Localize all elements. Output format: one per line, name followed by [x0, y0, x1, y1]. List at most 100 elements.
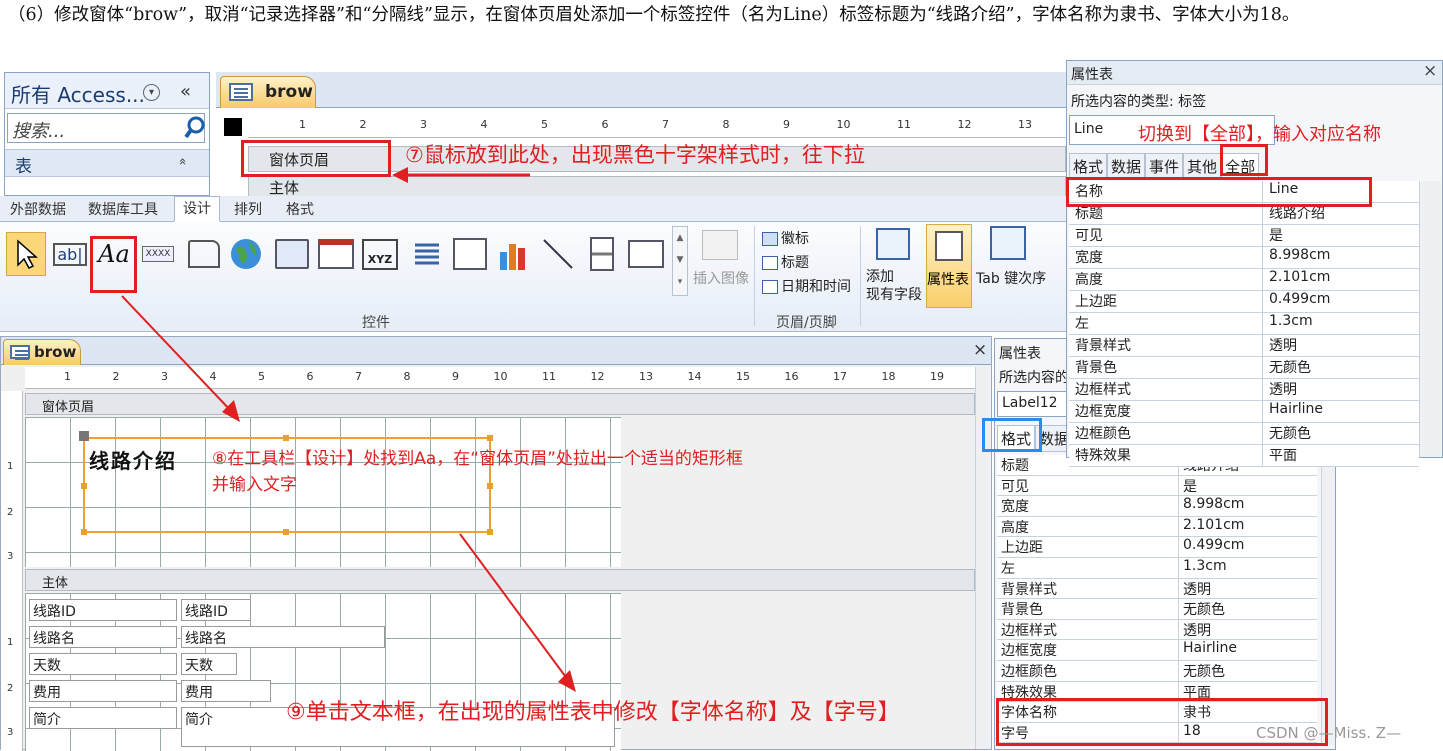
add-existing-fields-button[interactable]: 添加 现有字段: [866, 268, 922, 304]
field-label-route-id[interactable]: 线路ID: [29, 599, 177, 621]
property-value[interactable]: 透明: [1179, 620, 1317, 640]
web-browser-icon[interactable]: [272, 232, 312, 276]
property-value[interactable]: 8.998cm: [1179, 496, 1317, 516]
chart-icon[interactable]: [494, 232, 534, 276]
property-row[interactable]: 背景样式 透明: [997, 578, 1317, 600]
property-value[interactable]: 无颜色: [1179, 599, 1317, 619]
logo-button[interactable]: 徽标: [762, 228, 809, 248]
prop-lower-object-select[interactable]: Label12: [997, 391, 1077, 417]
resize-handle[interactable]: [81, 529, 87, 535]
property-value[interactable]: 1.3cm: [1263, 313, 1419, 334]
textbox-tool-icon[interactable]: ab|: [50, 232, 90, 276]
property-row[interactable]: 边框宽度 Hairline: [1069, 401, 1419, 423]
close-icon[interactable]: ×: [1423, 61, 1437, 81]
tab-arrange[interactable]: 排列: [234, 199, 262, 219]
property-row[interactable]: 可见是: [1069, 225, 1419, 247]
tab-brow-design[interactable]: brow: [3, 339, 81, 365]
field-textbox-route-id[interactable]: 线路ID: [181, 599, 251, 621]
property-value[interactable]: 透明: [1263, 379, 1419, 400]
section-toggle-icon[interactable]: »: [175, 158, 190, 166]
property-value[interactable]: 是: [1263, 225, 1419, 246]
tab-control-icon[interactable]: [184, 232, 224, 276]
insert-image-button[interactable]: 插入图像: [693, 268, 749, 288]
property-row[interactable]: 宽度 8.998cm: [997, 496, 1317, 517]
property-value[interactable]: 0.499cm: [1263, 291, 1419, 312]
property-value[interactable]: 1.3cm: [1179, 558, 1317, 578]
tab-design[interactable]: 设计: [174, 196, 220, 222]
nav-section-tables[interactable]: 表 »: [5, 149, 209, 177]
property-row[interactable]: 可见是: [997, 475, 1317, 497]
property-row[interactable]: 左 1.3cm: [1069, 313, 1419, 335]
navigation-control-icon[interactable]: [316, 232, 356, 276]
prop-top-scrollbar[interactable]: [1419, 181, 1441, 457]
list-box-icon[interactable]: [626, 232, 666, 276]
property-value[interactable]: 8.998cm: [1263, 247, 1419, 268]
field-label-route-name[interactable]: 线路名: [29, 626, 177, 648]
property-row[interactable]: 背景色 无颜色: [997, 599, 1317, 620]
field-label-cost[interactable]: 费用: [29, 680, 177, 702]
property-row[interactable]: 宽度 8.998cm: [1069, 247, 1419, 269]
property-row[interactable]: 边框样式 透明: [997, 619, 1317, 641]
property-value[interactable]: 无颜色: [1179, 661, 1317, 681]
property-value[interactable]: 透明: [1263, 335, 1419, 356]
property-row[interactable]: 左 1.3cm: [997, 557, 1317, 579]
prop-top-tab-data[interactable]: 数据: [1107, 153, 1146, 180]
prop-top-tab-format[interactable]: 格式: [1069, 153, 1108, 180]
option-group-icon[interactable]: XYZ: [360, 232, 400, 276]
property-value[interactable]: 2.101cm: [1179, 517, 1317, 537]
property-value[interactable]: 0.499cm: [1179, 537, 1317, 557]
close-icon[interactable]: ×: [973, 340, 987, 360]
combo-box-icon[interactable]: [450, 232, 490, 276]
property-sheet-button[interactable]: 属性表: [926, 224, 972, 308]
top-body-section[interactable]: 主体: [248, 176, 1066, 198]
tab-database-tools[interactable]: 数据库工具: [88, 199, 158, 219]
resize-handle[interactable]: [283, 435, 289, 441]
resize-handle[interactable]: [487, 483, 493, 489]
property-row[interactable]: 上边距 0.499cm: [1069, 291, 1419, 313]
tab-brow-top[interactable]: brow: [220, 76, 316, 108]
property-row[interactable]: 高度 2.101cm: [997, 516, 1317, 538]
property-row[interactable]: 边框宽度 Hairline: [997, 640, 1317, 661]
label-move-handle[interactable]: [79, 431, 89, 441]
tab-external-data[interactable]: 外部数据: [10, 199, 66, 219]
datetime-button[interactable]: 日期和时间: [762, 276, 851, 296]
nav-collapse-button[interactable]: «: [180, 81, 191, 102]
search-icon[interactable]: [183, 115, 207, 141]
prop-top-tab-other[interactable]: 其他: [1183, 153, 1222, 180]
property-value[interactable]: 是: [1179, 476, 1317, 496]
property-value[interactable]: Hairline: [1179, 640, 1317, 660]
property-row[interactable]: 背景样式 透明: [1069, 335, 1419, 357]
property-value[interactable]: 无颜色: [1263, 357, 1419, 378]
tab-order-button[interactable]: Tab 键次序: [976, 268, 1046, 288]
hyperlink-globe-icon[interactable]: [226, 232, 266, 276]
select-pointer-icon[interactable]: [6, 232, 46, 276]
property-row[interactable]: 边框颜色 无颜色: [997, 660, 1317, 682]
line-tool-icon[interactable]: [538, 232, 578, 276]
property-row[interactable]: 上边距 0.499cm: [997, 537, 1317, 558]
property-value[interactable]: 无颜色: [1263, 423, 1419, 444]
nav-title[interactable]: 所有 Access...: [11, 79, 145, 108]
field-textbox-cost[interactable]: 费用: [181, 680, 271, 702]
page-break-icon[interactable]: [406, 232, 446, 276]
resize-handle[interactable]: [81, 483, 87, 489]
tab-format[interactable]: 格式: [286, 199, 314, 219]
property-row[interactable]: 边框颜色 无颜色: [1069, 423, 1419, 445]
property-value[interactable]: 透明: [1179, 579, 1317, 599]
property-row[interactable]: 背景色 无颜色: [1069, 357, 1419, 379]
field-label-intro[interactable]: 简介: [29, 707, 177, 729]
property-value[interactable]: Hairline: [1263, 401, 1419, 422]
button-tool-icon[interactable]: XXXX: [138, 232, 178, 276]
resize-handle[interactable]: [487, 435, 493, 441]
toggle-button-icon[interactable]: [582, 232, 622, 276]
prop-top-tab-event[interactable]: 事件: [1145, 153, 1184, 180]
nav-dropdown-icon[interactable]: ▾: [143, 84, 160, 101]
property-value[interactable]: 平面: [1263, 445, 1419, 466]
title-button[interactable]: 标题: [762, 252, 809, 272]
property-value[interactable]: 2.101cm: [1263, 269, 1419, 290]
property-row[interactable]: 特殊效果 平面: [1069, 445, 1419, 467]
field-textbox-route-name[interactable]: 线路名: [181, 626, 385, 648]
field-label-days[interactable]: 天数: [29, 653, 177, 675]
field-textbox-days[interactable]: 天数: [181, 653, 237, 675]
resize-handle[interactable]: [283, 529, 289, 535]
property-row[interactable]: 高度 2.101cm: [1069, 269, 1419, 291]
